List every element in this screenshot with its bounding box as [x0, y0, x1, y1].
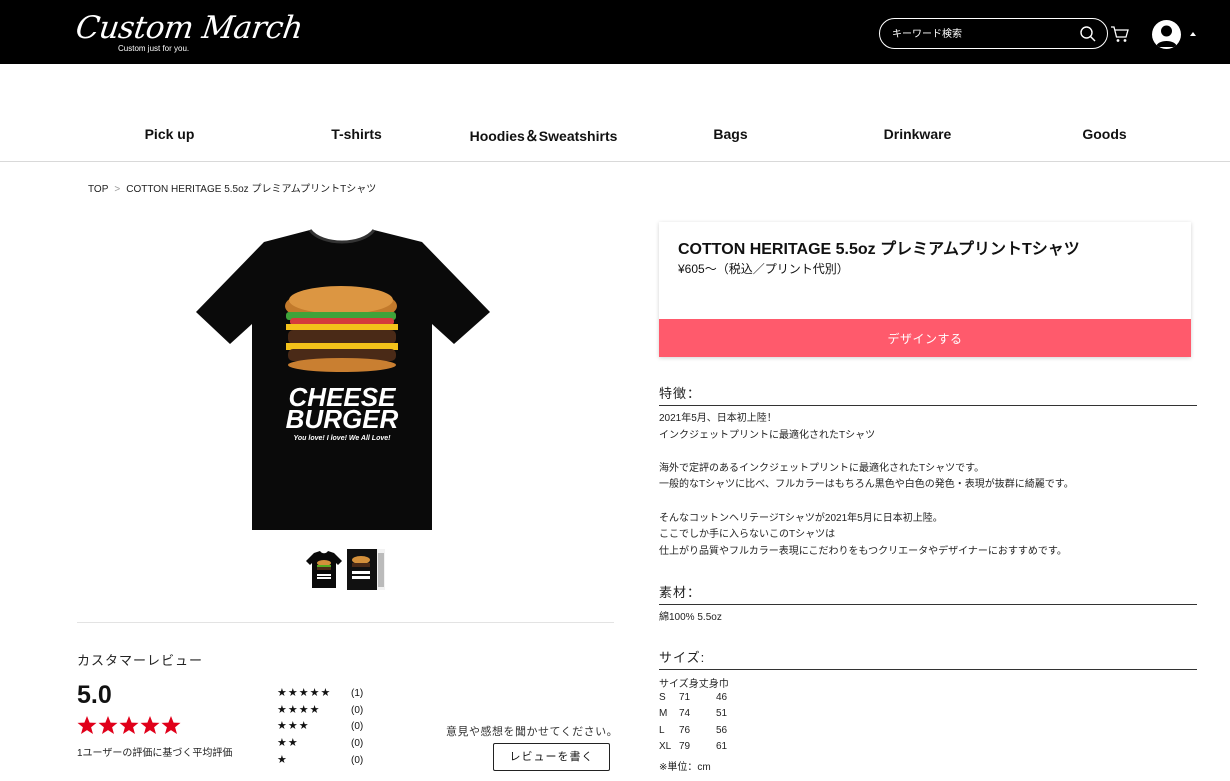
size-width: 56 — [716, 724, 728, 736]
nav-item-t-shirts[interactable]: T-shirts — [263, 126, 450, 142]
star-icon — [140, 716, 160, 734]
product-price: ¥605～（税込／プリント代別） — [678, 262, 849, 276]
features-text: 2021年5月、日本初上陸！ インクジェットプリントに最適化されたTシャツ 海外… — [659, 411, 1074, 560]
logo[interactable]: Custom March Custom just for you. — [73, 10, 304, 56]
size-label: M — [659, 708, 668, 719]
size-label: XL — [659, 741, 672, 752]
breadcrumb: TOP > COTTON HERITAGE 5.5oz プレミアムプリントTシャツ — [88, 180, 376, 195]
search-input[interactable] — [892, 26, 1072, 42]
size-label: S — [659, 691, 666, 703]
star-icon — [98, 716, 118, 734]
star-icon — [161, 716, 181, 734]
features-line: 海外で定評のあるインクジェットプリントに最適化されたTシャツです。 — [659, 462, 985, 474]
thumbnail-model[interactable] — [347, 549, 385, 590]
size-width: 46 — [716, 691, 728, 703]
avatar[interactable] — [1152, 20, 1181, 49]
thumbnail-front[interactable] — [305, 549, 343, 590]
product-title: COTTON HERITAGE 5.5oz プレミアムプリントTシャツ — [678, 241, 1080, 258]
breadcrumb-current: COTTON HERITAGE 5.5oz プレミアムプリントTシャツ — [126, 184, 377, 195]
nav-item-goods[interactable]: Goods — [1011, 126, 1198, 142]
size-width: 61 — [716, 741, 728, 752]
size-row: XL 79 61 — [659, 741, 779, 758]
product-image-tagline: You love! I love! We All Love! — [294, 435, 392, 442]
features-line: そんなコットンヘリテージTシャツが2021年5月に日本初上陸。 — [659, 512, 943, 524]
features-line — [659, 494, 1074, 511]
breadcrumb-home[interactable]: TOP — [88, 184, 108, 195]
distribution-stars: ★★★★ — [277, 702, 321, 716]
size-table: サイズ身丈身巾 S 71 46 M 74 51 L 76 56 XL 79 61… — [659, 675, 779, 774]
top-bar: Custom March Custom just for you. — [0, 0, 1230, 64]
category-nav: Pick up T-shirts Hoodies＆Sweatshirts Bag… — [76, 126, 1200, 148]
logo-text: Custom March — [73, 10, 305, 46]
review-prompt: 意見や感想を聞かせてください。 — [446, 726, 619, 738]
distribution-count: (1) — [351, 688, 364, 699]
star-icon — [119, 716, 139, 734]
size-row: L 76 56 — [659, 725, 779, 742]
distribution-count: (0) — [351, 721, 364, 733]
features-line — [659, 444, 1074, 461]
write-review-button[interactable]: レビューを書く — [493, 743, 610, 771]
section-divider — [77, 622, 614, 623]
average-rating: 5.0 — [77, 681, 112, 709]
size-length: 71 — [679, 691, 691, 703]
size-length: 79 — [679, 741, 691, 752]
search-box — [879, 18, 1108, 49]
features-line: 2021年5月、日本初上陸！ — [659, 413, 777, 424]
cart-icon[interactable] — [1110, 24, 1130, 44]
distribution-stars: ★ — [277, 752, 288, 766]
distribution-row-2[interactable]: ★★ (0) — [277, 736, 377, 753]
size-heading: サイズ: — [659, 647, 1197, 670]
rating-note: 1ユーザーの評価に基づく平均評価 — [77, 748, 233, 759]
logo-tagline: Custom just for you. — [118, 44, 190, 53]
star-icon — [77, 716, 97, 734]
thumbnail-strip — [305, 549, 389, 591]
design-button[interactable]: デザインする — [659, 319, 1191, 357]
features-line: ここでしか手に入らないこのTシャツは — [659, 529, 836, 541]
product-image-line2: BURGER — [286, 404, 399, 434]
nav-divider — [0, 161, 1230, 162]
distribution-stars: ★★★★★ — [277, 686, 332, 699]
size-label: L — [659, 724, 665, 736]
size-row: M 74 51 — [659, 708, 779, 725]
material-text: 綿100% 5.5oz — [659, 612, 722, 623]
product-image[interactable]: CHEESE BURGER You love! I love! We All L… — [182, 220, 502, 542]
size-length: 74 — [679, 708, 691, 719]
nav-item-pick-up[interactable]: Pick up — [76, 126, 263, 142]
user-icon — [1156, 25, 1177, 47]
features-line: 一般的なTシャツに比べ、フルカラーはもちろん黒色や白色の発色・表現が抜群に綺麗で… — [659, 479, 1074, 491]
distribution-row-5[interactable]: ★★★★★ (1) — [277, 686, 377, 703]
purchase-card: COTTON HERITAGE 5.5oz プレミアムプリントTシャツ ¥605… — [659, 222, 1191, 357]
size-row: S 71 46 — [659, 692, 779, 709]
distribution-stars: ★★ — [277, 736, 299, 750]
size-length: 76 — [679, 724, 691, 736]
features-heading: 特徴： — [659, 383, 1197, 406]
features-line: インクジェットプリントに最適化されたTシャツ — [659, 429, 876, 441]
material-heading: 素材： — [659, 582, 1197, 605]
size-unit-note: ※単位：cm — [659, 761, 711, 773]
breadcrumb-separator: > — [114, 184, 121, 195]
size-width: 51 — [716, 708, 728, 719]
distribution-row-1[interactable]: ★ (0) — [277, 753, 377, 770]
distribution-row-3[interactable]: ★★★ (0) — [277, 719, 377, 736]
search-icon[interactable] — [1079, 25, 1097, 43]
features-line: 仕上がり品質やフルカラー表現にこだわりをもつクリエータやデザイナーにおすすめです… — [659, 545, 1067, 557]
nav-item-bags[interactable]: Bags — [637, 126, 824, 142]
distribution-count: (0) — [351, 738, 364, 750]
distribution-count: (0) — [351, 754, 364, 766]
reviews-heading: カスタマーレビュー — [77, 653, 204, 668]
rating-stars — [77, 716, 181, 734]
caret-up-icon[interactable] — [1190, 32, 1196, 36]
distribution-row-4[interactable]: ★★★★ (0) — [277, 703, 377, 720]
nav-item-hoodies[interactable]: Hoodies＆Sweatshirts — [450, 126, 637, 146]
size-header-row: サイズ身丈身巾 — [659, 679, 729, 690]
rating-distribution: ★★★★★ (1) ★★★★ (0) ★★★ (0) ★★ (0) ★ (0) — [277, 686, 377, 769]
nav-item-drinkware[interactable]: Drinkware — [824, 126, 1011, 142]
distribution-stars: ★★★ — [277, 719, 310, 733]
distribution-count: (0) — [351, 704, 364, 716]
